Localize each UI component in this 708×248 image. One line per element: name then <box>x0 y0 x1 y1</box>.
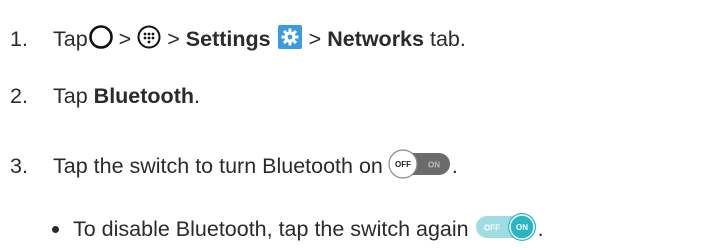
bluetooth-label: Bluetooth <box>93 84 194 108</box>
settings-label: Settings <box>185 26 271 51</box>
period: . <box>193 84 200 108</box>
step-text-tap: Tap <box>53 26 88 51</box>
sub-bullet-text: To disable Bluetooth, tap the switch aga… <box>73 216 469 241</box>
step-3: 3. Tap the switch to turn Bluetooth on O… <box>10 149 458 184</box>
home-circle-icon <box>88 24 114 55</box>
toggle-off-icon: ON OFF <box>388 149 452 184</box>
period: . <box>537 216 544 241</box>
separator: > <box>118 26 132 51</box>
step-number: 2. <box>10 84 28 108</box>
bullet-dot <box>52 225 59 233</box>
separator: > <box>167 26 180 51</box>
toggle-off-label: OFF <box>484 224 500 233</box>
toggle-on-icon: OFF ON <box>474 212 538 247</box>
step-number: 3. <box>10 153 28 178</box>
networks-label: Networks <box>327 26 424 51</box>
toggle-on-label: ON <box>516 223 528 232</box>
tab-label: tab. <box>429 26 466 51</box>
step-1: 1. Tap > > Settings > Networks tab. <box>10 24 466 55</box>
step-number: 1. <box>10 26 28 51</box>
settings-gear-icon <box>277 24 303 55</box>
sub-bullet: To disable Bluetooth, tap the switch aga… <box>52 212 544 247</box>
apps-dots-icon <box>136 24 162 55</box>
toggle-on-label: ON <box>428 161 440 170</box>
step-2: 2. Tap Bluetooth . <box>10 84 200 108</box>
step-text-tap: Tap <box>53 84 88 108</box>
separator: > <box>308 26 322 51</box>
toggle-off-label: OFF <box>395 160 411 169</box>
step-text: Tap the switch to turn Bluetooth on <box>53 153 383 178</box>
period: . <box>451 153 458 178</box>
